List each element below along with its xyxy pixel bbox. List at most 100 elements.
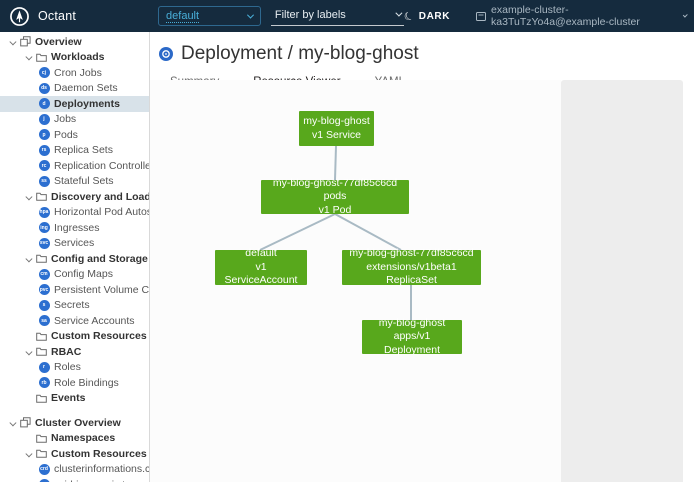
sidebar-item-persistent-volume-claims[interactable]: pvc Persistent Volume Claims <box>0 282 149 298</box>
graph-node-kind: v1 ServiceAccount <box>219 261 303 288</box>
resource-badge-icon: ss <box>39 176 50 187</box>
graph-node-replicaset[interactable]: my-blog-ghost-77df85c6cdextensions/v1bet… <box>342 250 481 285</box>
sidebar-item-jobs[interactable]: j Jobs <box>0 112 149 128</box>
sidebar-item-custom-resources[interactable]: Custom Resources <box>0 446 149 462</box>
graph-node-kind: v1 Service <box>312 129 361 142</box>
row-icon <box>35 392 47 404</box>
row-icon <box>35 253 47 265</box>
graph-node-deployment[interactable]: my-blog-ghostapps/v1 Deployment <box>362 320 462 354</box>
sidebar-item-namespaces[interactable]: Namespaces <box>0 431 149 447</box>
sidebar-item-services[interactable]: svc Services <box>0 236 149 252</box>
graph-node-service[interactable]: my-blog-ghostv1 Service <box>299 111 374 146</box>
chevron-down-icon[interactable] <box>10 419 16 425</box>
sidebar-item-config-maps[interactable]: cm Config Maps <box>0 267 149 283</box>
graph-node-name: my-blog-ghost-77df85c6cd <box>349 247 473 260</box>
row-icon: crd <box>38 463 50 475</box>
sidebar-item-stateful-sets[interactable]: ss Stateful Sets <box>0 174 149 190</box>
sidebar-item-roles[interactable]: r Roles <box>0 360 149 376</box>
row-icon <box>19 36 31 48</box>
resource-badge-icon: rs <box>39 145 50 156</box>
chevron-slot <box>21 55 35 60</box>
resource-viewer-canvas[interactable]: my-blog-ghostv1 Servicemy-blog-ghost-77d… <box>150 80 561 482</box>
app-header: Octant default ☾ DARK example-cluster-ka… <box>0 0 694 32</box>
chevron-slot <box>21 257 35 262</box>
sidebar-item-deployments[interactable]: d Deployments <box>0 96 149 112</box>
chevron-down-icon[interactable] <box>26 348 32 354</box>
sidebar-item-pods[interactable]: p Pods <box>0 127 149 143</box>
sidebar-item-label: Replication Controllers <box>54 160 149 172</box>
graph-node-name: my-blog-ghost <box>379 317 446 330</box>
label-filter[interactable] <box>271 7 404 26</box>
folder-icon <box>36 449 47 458</box>
resource-badge-icon: j <box>39 114 50 125</box>
sidebar-item-cron-jobs[interactable]: cj Cron Jobs <box>0 65 149 81</box>
folder-icon <box>36 53 47 62</box>
folder-icon <box>36 347 47 356</box>
chevron-down-icon[interactable] <box>26 450 32 456</box>
resource-badge-icon: svc <box>39 238 50 249</box>
sidebar-item-role-bindings[interactable]: rb Role Bindings <box>0 375 149 391</box>
cluster-context-dropdown[interactable]: example-cluster-ka3TuTzYo4a@example-clus… <box>476 4 686 28</box>
folder-icon <box>36 332 47 341</box>
sidebar-item-daemon-sets[interactable]: ds Daemon Sets <box>0 81 149 97</box>
chevron-down-icon[interactable] <box>26 255 32 261</box>
sidebar-item-clusterinformations-crd-projec[interactable]: crd clusterinformations.crd.projec <box>0 462 149 478</box>
row-icon: cm <box>38 268 50 280</box>
folder-icon <box>36 192 47 201</box>
row-icon <box>35 448 47 460</box>
graph-node-kind: v1 Pod <box>319 204 352 217</box>
sidebar-item-replica-sets[interactable]: rs Replica Sets <box>0 143 149 159</box>
objects-icon <box>20 36 31 47</box>
resource-badge-icon: pvc <box>39 284 50 295</box>
sidebar-item-horizontal-pod-autoscalers[interactable]: hpa Horizontal Pod Autoscalers <box>0 205 149 221</box>
cluster-context-label: example-cluster-ka3TuTzYo4a@example-clus… <box>491 4 677 28</box>
sidebar-item-csidrivers-csi-storage-k8s-io[interactable]: crd csidrivers.csi.storage.k8s.io <box>0 477 149 482</box>
sidebar-item-secrets[interactable]: s Secrets <box>0 298 149 314</box>
row-icon: ing <box>38 222 50 234</box>
sidebar-item-service-accounts[interactable]: sa Service Accounts <box>0 313 149 329</box>
graph-node-serviceaccount[interactable]: defaultv1 ServiceAccount <box>215 250 307 285</box>
resource-badge-icon: sa <box>39 315 50 326</box>
sidebar-item-workloads[interactable]: Workloads <box>0 50 149 66</box>
graph-node-name: my-blog-ghost <box>303 115 370 128</box>
chevron-slot <box>21 350 35 355</box>
chevron-slot <box>21 436 35 441</box>
row-icon <box>35 346 47 358</box>
sidebar-item-events[interactable]: Events <box>0 391 149 407</box>
sidebar-item-label: Services <box>54 237 94 249</box>
chevron-slot <box>21 334 35 339</box>
sidebar-item-label: Persistent Volume Claims <box>54 284 149 296</box>
label-filter-input[interactable] <box>275 9 395 21</box>
sidebar-item-label: Ingresses <box>54 222 100 234</box>
navigation-sidebar: Overview Workloads cj Cron Jobs ds Daemo… <box>0 32 150 482</box>
sidebar-item-label: Deployments <box>54 98 120 110</box>
sidebar-item-replication-controllers[interactable]: rc Replication Controllers <box>0 158 149 174</box>
sidebar-item-rbac[interactable]: RBAC <box>0 344 149 360</box>
moon-icon: ☾ <box>402 8 416 24</box>
chevron-down-icon[interactable] <box>26 53 32 59</box>
chevron-down-icon[interactable] <box>10 38 16 44</box>
row-icon: pvc <box>38 284 50 296</box>
resource-badge-icon: ing <box>39 222 50 233</box>
sidebar-item-discovery-and-load-balancing[interactable]: Discovery and Load Balancing <box>0 189 149 205</box>
sidebar-item-label: Jobs <box>54 113 76 125</box>
namespace-dropdown[interactable]: default <box>158 6 261 26</box>
graph-node-pod[interactable]: my-blog-ghost-77df85c6cd podsv1 Pod <box>261 180 409 214</box>
resource-badge-icon: cm <box>39 269 50 280</box>
sidebar-item-config-and-storage[interactable]: Config and Storage <box>0 251 149 267</box>
sidebar-item-label: Secrets <box>54 299 90 311</box>
graph-node-kind: apps/v1 Deployment <box>366 330 458 357</box>
sidebar-item-overview[interactable]: Overview <box>0 34 149 50</box>
row-icon <box>35 330 47 342</box>
row-icon: cj <box>38 67 50 79</box>
sidebar-item-ingresses[interactable]: ing Ingresses <box>0 220 149 236</box>
sidebar-item-custom-resources[interactable]: Custom Resources <box>0 329 149 345</box>
row-icon: sa <box>38 315 50 327</box>
sidebar-item-label: clusterinformations.crd.projec <box>54 463 149 475</box>
row-icon: d <box>38 98 50 110</box>
resource-badge-icon: rb <box>39 377 50 388</box>
resource-viewer-side-panel <box>561 80 683 482</box>
dark-theme-toggle[interactable]: ☾ DARK <box>404 10 450 23</box>
sidebar-item-cluster-overview[interactable]: Cluster Overview <box>0 415 149 431</box>
chevron-down-icon[interactable] <box>26 193 32 199</box>
